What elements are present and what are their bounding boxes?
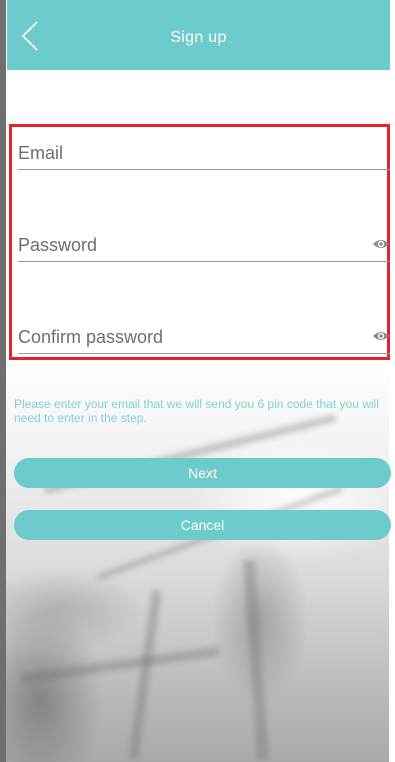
next-button[interactable]: Next — [14, 458, 391, 488]
background-beam — [20, 646, 220, 684]
eye-icon[interactable] — [372, 330, 390, 342]
background-beam — [243, 559, 269, 761]
confirm-password-underline — [18, 353, 390, 354]
password-field[interactable] — [18, 230, 358, 260]
instruction-text: Please enter your email that we will sen… — [14, 397, 379, 425]
email-underline — [18, 169, 390, 170]
eye-icon[interactable] — [372, 238, 390, 250]
email-field-group — [18, 138, 390, 170]
left-edge — [0, 0, 6, 762]
confirm-password-field[interactable] — [18, 322, 358, 352]
right-edge — [389, 0, 395, 762]
email-field[interactable] — [18, 138, 358, 168]
password-field-group — [18, 230, 390, 262]
signup-screen: Sign up Please enter your email that we … — [0, 0, 395, 762]
background-beam — [128, 590, 162, 760]
cancel-button[interactable]: Cancel — [14, 510, 391, 540]
header-bar: Sign up — [7, 0, 390, 70]
confirm-password-field-group — [18, 322, 390, 354]
page-title: Sign up — [170, 29, 227, 46]
password-underline — [18, 261, 390, 262]
